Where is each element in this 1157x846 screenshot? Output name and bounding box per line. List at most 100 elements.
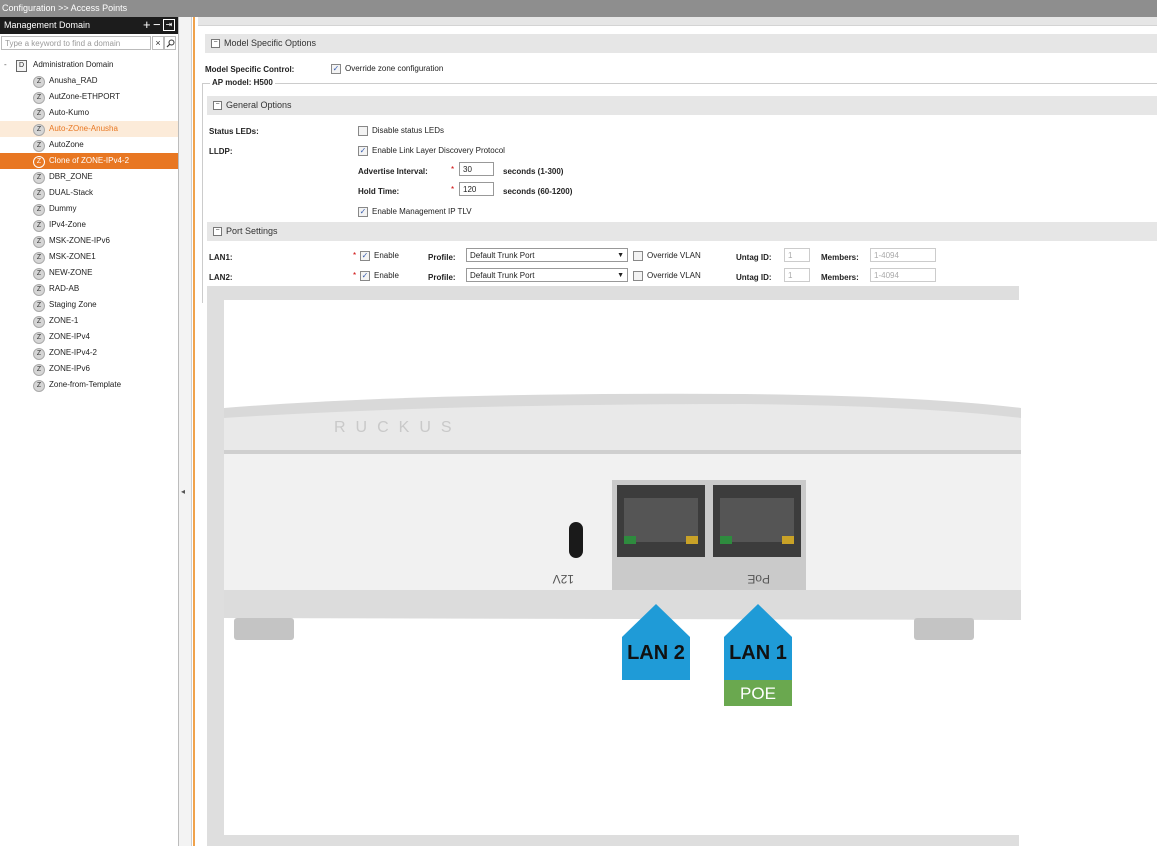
- tree-root-administration-domain[interactable]: - D Administration Domain: [0, 57, 178, 73]
- model-specific-section-header[interactable]: − Model Specific Options: [205, 34, 1157, 53]
- port-settings-section-header[interactable]: − Port Settings: [207, 222, 1157, 241]
- tree-item-zone[interactable]: Z IPv4-Zone: [0, 217, 178, 233]
- disable-leds-checkbox[interactable]: Disable status LEDs: [358, 126, 444, 136]
- profile-value: Default Trunk Port: [470, 271, 535, 280]
- enable-lldp-checkbox[interactable]: ✓ Enable Link Layer Discovery Protocol: [358, 146, 505, 156]
- collapse-section-icon[interactable]: −: [213, 227, 222, 237]
- override-zone-checkbox[interactable]: ✓ Override zone configuration: [331, 64, 443, 74]
- untag-id-input[interactable]: 1: [784, 248, 810, 262]
- tree-item-zone[interactable]: Z MSK-ZONE1: [0, 249, 178, 265]
- previous-section-header: [198, 17, 1157, 26]
- remove-domain-icon[interactable]: −: [153, 18, 161, 31]
- mgmt-ip-tlv-checkbox[interactable]: ✓ Enable Management IP TLV: [358, 207, 472, 217]
- tree-item-zone[interactable]: Z RAD-AB: [0, 281, 178, 297]
- members-label: Members:: [821, 273, 859, 282]
- collapse-icon[interactable]: -: [4, 57, 7, 73]
- profile-select[interactable]: Default Trunk Port ▼: [466, 268, 628, 282]
- section-title: General Options: [226, 100, 292, 110]
- checkbox-icon[interactable]: ✓: [331, 64, 341, 74]
- tree-item-zone[interactable]: Z DBR_ZONE: [0, 169, 178, 185]
- tree-item-zone[interactable]: Z Anusha_RAD: [0, 73, 178, 89]
- required-mark: *: [451, 185, 455, 194]
- clear-search-icon[interactable]: ×: [152, 36, 164, 50]
- collapse-section-icon[interactable]: −: [213, 101, 222, 111]
- tree-item-zone[interactable]: Z Auto-ZOne-Anusha: [0, 121, 178, 137]
- members-input[interactable]: 1-4094: [870, 248, 936, 262]
- tree-item-zone[interactable]: Z Dummy: [0, 201, 178, 217]
- checkbox-icon[interactable]: [358, 126, 368, 136]
- port-enable-checkbox[interactable]: ✓ Enable: [360, 251, 399, 261]
- model-specific-control-label: Model Specific Control:: [205, 65, 295, 74]
- tree-item-zone[interactable]: Z AutZone-ETHPORT: [0, 89, 178, 105]
- tree-item-label: RAD-AB: [49, 284, 80, 293]
- tree-item-zone[interactable]: Z Auto-Kumo: [0, 105, 178, 121]
- collapse-left-icon[interactable]: ◂: [181, 487, 185, 496]
- tree-item-label: Clone of ZONE-IPv4-2: [49, 156, 130, 165]
- lan1-callout-label: LAN 1: [729, 642, 787, 664]
- advertise-interval-label: Advertise Interval:: [358, 167, 428, 176]
- domain-panel-header: Management Domain + − ⇥: [0, 17, 178, 34]
- search-icon[interactable]: [164, 36, 176, 50]
- collapse-section-icon[interactable]: −: [211, 39, 220, 49]
- breadcrumb-page: Access Points: [70, 3, 128, 13]
- advertise-interval-input[interactable]: 30: [459, 162, 494, 176]
- export-icon[interactable]: ⇥: [163, 19, 175, 31]
- required-mark: *: [451, 165, 455, 174]
- tree-item-label: AutZone-ETHPORT: [49, 92, 120, 101]
- override-vlan-checkbox[interactable]: Override VLAN: [633, 251, 701, 261]
- tree-item-zone[interactable]: Z ZONE-IPv6: [0, 361, 178, 377]
- tree-item-label: NEW-ZONE: [49, 268, 93, 277]
- chevron-down-icon[interactable]: ▼: [617, 249, 624, 263]
- members-input[interactable]: 1-4094: [870, 268, 936, 282]
- poe-badge-label: POE: [740, 684, 776, 703]
- top-bar: Configuration >> Access Points: [0, 0, 1157, 17]
- checkbox-icon[interactable]: ✓: [358, 146, 368, 156]
- tree-item-zone[interactable]: Z Clone of ZONE-IPv4-2: [0, 153, 178, 169]
- add-domain-icon[interactable]: +: [143, 18, 151, 31]
- chevron-down-icon[interactable]: ▼: [617, 269, 624, 283]
- checkbox-icon[interactable]: [633, 271, 643, 281]
- domain-icon: D: [16, 60, 27, 72]
- checkbox-icon[interactable]: [633, 251, 643, 261]
- tree-item-zone[interactable]: Z ZONE-IPv4: [0, 329, 178, 345]
- breadcrumb-section[interactable]: Configuration: [2, 3, 56, 13]
- checkbox-icon[interactable]: ✓: [358, 207, 368, 217]
- untag-id-input[interactable]: 1: [784, 268, 810, 282]
- untag-id-label: Untag ID:: [736, 253, 772, 262]
- tree-item-label: Auto-Kumo: [49, 108, 90, 117]
- required-mark: *: [353, 251, 357, 260]
- domain-search-input[interactable]: Type a keyword to find a domain: [1, 36, 151, 50]
- profile-value: Default Trunk Port: [470, 251, 535, 260]
- zone-icon: Z: [33, 284, 45, 296]
- tree-item-zone[interactable]: Z AutoZone: [0, 137, 178, 153]
- zone-icon: Z: [33, 348, 45, 360]
- silk-12v-label: 12V: [553, 572, 574, 586]
- tree-item-zone[interactable]: Z ZONE-IPv4-2: [0, 345, 178, 361]
- general-options-section-header[interactable]: − General Options: [207, 96, 1157, 115]
- hold-time-input[interactable]: 120: [459, 182, 494, 196]
- port-enable-label: Enable: [374, 251, 399, 261]
- hold-time-hint: seconds (60-1200): [503, 187, 573, 196]
- port-enable-checkbox[interactable]: ✓ Enable: [360, 271, 399, 281]
- tree-item-zone[interactable]: Z Zone-from-Template: [0, 377, 178, 393]
- zone-icon: Z: [33, 156, 45, 168]
- members-label: Members:: [821, 253, 859, 262]
- override-vlan-label: Override VLAN: [647, 271, 701, 281]
- tree-item-zone[interactable]: Z Staging Zone: [0, 297, 178, 313]
- tree-item-zone[interactable]: Z NEW-ZONE: [0, 265, 178, 281]
- checkbox-icon[interactable]: ✓: [360, 251, 370, 261]
- override-vlan-checkbox[interactable]: Override VLAN: [633, 271, 701, 281]
- port-name: LAN1:: [209, 253, 233, 262]
- profile-select[interactable]: Default Trunk Port ▼: [466, 248, 628, 262]
- tree-item-label: MSK-ZONE-IPv6: [49, 236, 110, 245]
- checkbox-icon[interactable]: ✓: [360, 271, 370, 281]
- fieldset-left-border: [202, 83, 203, 303]
- domain-tree: - D Administration Domain Z Anusha_RAD Z Au…: [0, 60, 178, 393]
- panel-collapse-bar[interactable]: ◂: [179, 17, 192, 846]
- tree-item-zone[interactable]: Z ZONE-1: [0, 313, 178, 329]
- tree-item-label: Administration Domain: [33, 60, 114, 69]
- ap-model-legend: AP model: H500: [210, 78, 275, 87]
- tree-item-label: Dummy: [49, 204, 77, 213]
- tree-item-zone[interactable]: Z DUAL-Stack: [0, 185, 178, 201]
- tree-item-zone[interactable]: Z MSK-ZONE-IPv6: [0, 233, 178, 249]
